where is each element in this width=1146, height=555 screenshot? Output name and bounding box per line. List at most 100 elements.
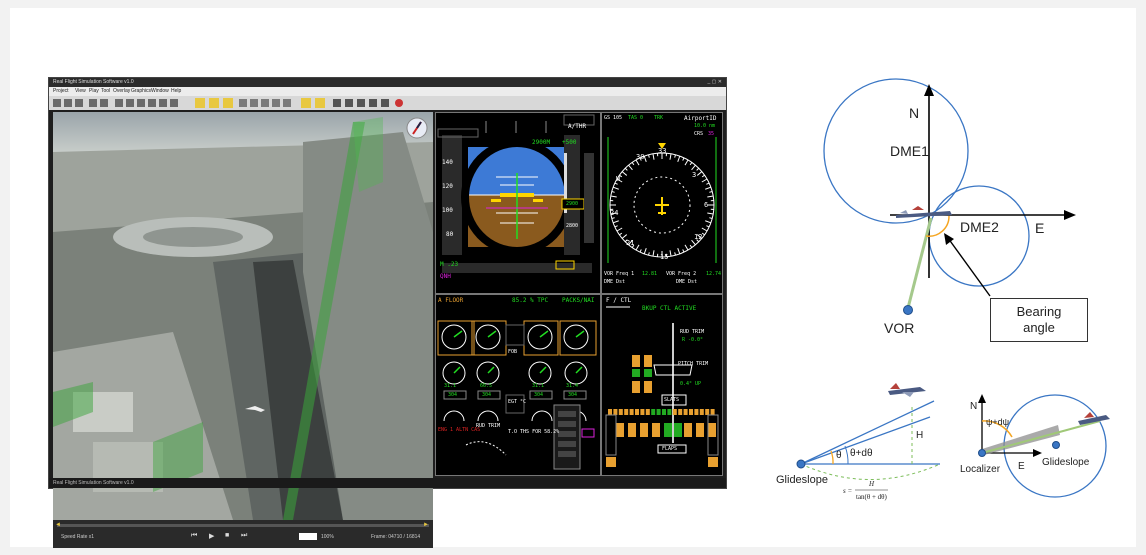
- nd-tick: [669, 153, 672, 160]
- stop-button[interactable]: ■: [225, 532, 229, 539]
- menu-play[interactable]: Play: [89, 87, 99, 96]
- nd-tick: [701, 227, 708, 232]
- menu-tool[interactable]: Tool: [101, 87, 110, 96]
- nd-heading-label: W: [616, 175, 621, 183]
- pfd-qnh: QNH: [440, 273, 451, 280]
- menu-project[interactable]: Project: [53, 87, 69, 96]
- fctl-slats: SLATS: [664, 397, 680, 403]
- vor-label: VOR: [884, 320, 914, 336]
- glideslope-diagram: θ θ+dθ H Glideslope s = H tan(θ + dθ): [776, 383, 941, 501]
- pfd-alt-tick: 2800: [566, 223, 579, 229]
- nd-tick: [610, 195, 617, 198]
- north-arrow-icon: [978, 394, 986, 403]
- nd-tick: [701, 174, 705, 178]
- fctl-surface: [699, 409, 704, 415]
- nd-tick: [677, 248, 681, 255]
- fctl-pitch-trim: PITCH TRIM: [678, 361, 709, 367]
- nd-vor2-label: VOR Freq 2: [666, 271, 697, 277]
- nd-tick: [619, 232, 623, 236]
- window-controls[interactable]: _ ▢ ✕: [708, 78, 722, 87]
- pfd-speed-tick: 100: [442, 207, 453, 214]
- fctl-surface: [651, 409, 656, 415]
- nd-tas: TAS 0: [628, 115, 644, 121]
- nd-tick: [684, 244, 689, 251]
- fctl-pitch-value: 0.4° UP: [680, 381, 702, 387]
- nd-tick: [707, 195, 714, 198]
- fctl-rud-value: R -0.0°: [682, 337, 704, 343]
- ecam-panel: A FLOOR 85.2 % TPC PACKS/NAI FOB 31.1 66…: [435, 294, 601, 476]
- nd-airport: AirportID: [684, 115, 717, 122]
- nd-tick: [652, 250, 655, 257]
- nd-tick: [611, 217, 615, 219]
- pfd-speed-tick: 80: [446, 231, 454, 238]
- nd-tick: [612, 186, 619, 190]
- nd-tick: [624, 167, 628, 171]
- nd-tick: [635, 244, 640, 251]
- ecam-warning: ENG 1 ALTN CAS: [438, 427, 481, 433]
- nd-heading-label: 24: [610, 209, 619, 217]
- ecam-egt: EGT °C: [508, 399, 527, 405]
- nd-tick: [696, 171, 703, 176]
- pfd-speed-tick: 140: [442, 159, 453, 166]
- nd-panel: GS 105 TAS 0 TRK AirportID 10.0 nm CRS 3…: [601, 112, 723, 294]
- fctl-surface: [678, 409, 683, 415]
- nd-tick: [639, 249, 642, 253]
- nd-heading-label: 33: [658, 147, 667, 155]
- menu-graphics[interactable]: Graphics: [131, 87, 151, 96]
- zoom-field[interactable]: [299, 533, 317, 540]
- nd-gs: GS 105: [604, 115, 623, 121]
- window-titlebar: Real Flight Simulation Software v1.0 _ ▢…: [49, 78, 726, 87]
- theta-dtheta-arc: [844, 445, 849, 465]
- fctl-surface: [683, 409, 688, 415]
- menu-window[interactable]: Window: [151, 87, 169, 96]
- dme2-circle: [928, 185, 1030, 287]
- nd-tick: [674, 154, 676, 158]
- nd-tick: [707, 212, 714, 215]
- dme2-label: DME2: [960, 219, 999, 235]
- formula-denominator: tan(θ + dθ): [856, 493, 888, 501]
- nd-crs-value: 35: [708, 131, 715, 137]
- east-label: E: [1035, 220, 1044, 236]
- nd-tick: [621, 171, 628, 176]
- nd-tick: [648, 252, 650, 256]
- nd-tick: [682, 157, 685, 161]
- nd-tick: [705, 186, 712, 190]
- fctl-surface: [624, 409, 629, 415]
- nd-tick: [684, 159, 689, 166]
- height-label: H: [916, 430, 923, 441]
- glideslope-label: Glideslope: [776, 474, 828, 486]
- 3d-view[interactable]: [53, 112, 433, 520]
- toolbar-icons[interactable]: [49, 96, 726, 110]
- fctl-rud-trim: RUD TRIM: [680, 329, 705, 335]
- timeline-end-icon: ►: [423, 522, 429, 528]
- glideslope-label: Glideslope: [1042, 457, 1090, 468]
- forward-button[interactable]: ⏭: [241, 532, 247, 540]
- glideslope-dot: [1052, 441, 1060, 449]
- nd-tick: [706, 182, 710, 185]
- nd-tick: [631, 162, 635, 166]
- ecam-lower-value: 304: [568, 392, 578, 398]
- nd-heading-label: 12: [694, 233, 703, 241]
- play-button[interactable]: ▶: [209, 532, 214, 540]
- nd-tick: [706, 225, 710, 228]
- nd-tick: [701, 232, 705, 236]
- psi-label: ψ+dψ: [986, 417, 1009, 427]
- north-label: N: [970, 401, 977, 412]
- formula-numerator: H: [868, 480, 875, 488]
- menu-view[interactable]: View: [75, 87, 86, 96]
- status-bar: Real Flight Simulation Software v1.0: [49, 478, 726, 488]
- timeline-track[interactable]: [57, 524, 429, 527]
- pfd-panel: A/THR 2900M +500 140 120 100 80 2900 280…: [435, 112, 601, 294]
- ecam-lower-value: 304: [534, 392, 544, 398]
- ecam-message: T.O THS FOR 58.2%: [508, 429, 560, 435]
- menu-help[interactable]: Help: [171, 87, 181, 96]
- rewind-button[interactable]: ⏮: [191, 532, 197, 540]
- timeline-start-icon: ◄: [55, 522, 61, 528]
- nd-tick: [616, 227, 623, 232]
- nd-crs: CRS: [694, 131, 704, 137]
- toolbar: [49, 96, 726, 110]
- menu-overlay[interactable]: Overlay: [113, 87, 130, 96]
- nd-trk: TRK: [654, 115, 664, 121]
- ecam-value: 66.5: [480, 383, 493, 389]
- fctl-surface: [705, 409, 710, 415]
